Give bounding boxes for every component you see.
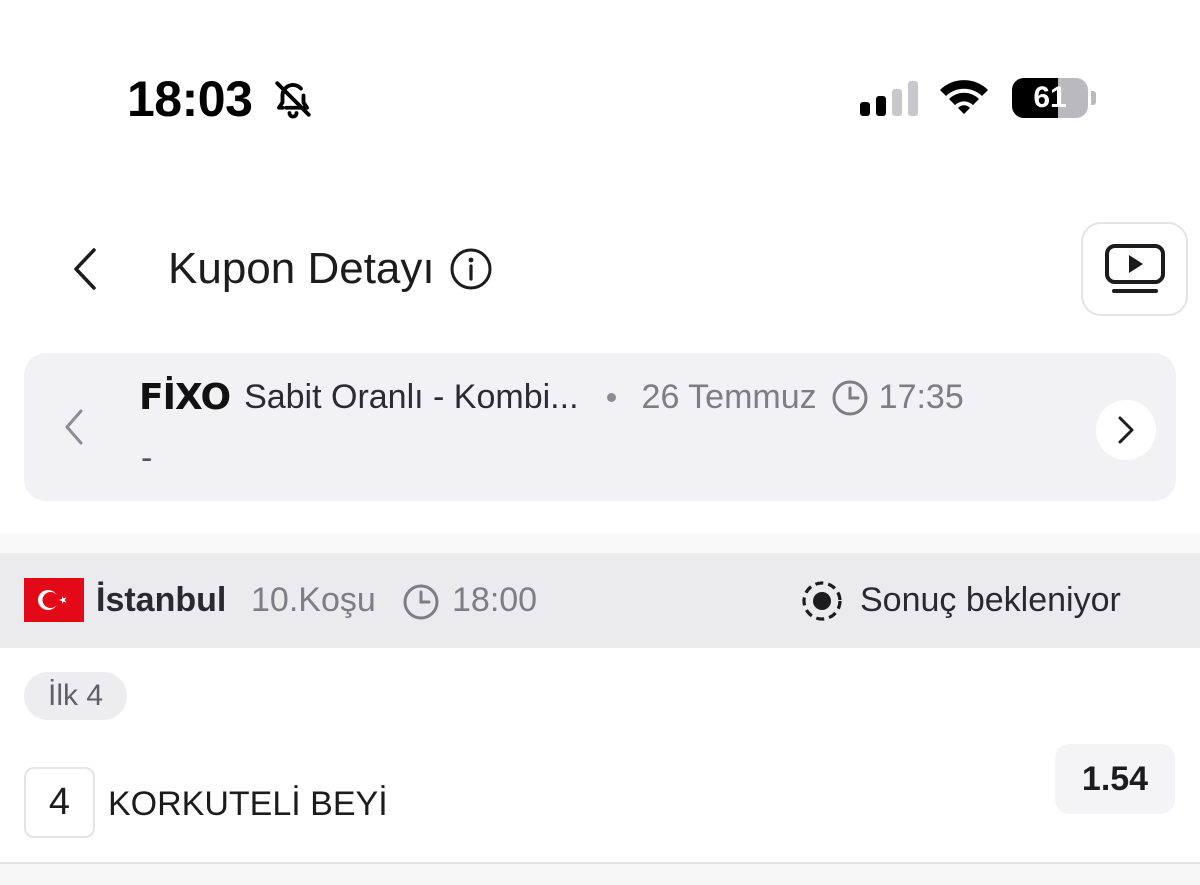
clock-icon: [402, 583, 440, 621]
section-divider: [0, 533, 1200, 553]
game-name: Sabit Oranlı - Kombi...: [244, 378, 579, 416]
wifi-icon: [938, 77, 990, 122]
fixo-logo: FİXO: [139, 377, 231, 418]
next-coupon-button[interactable]: [1096, 400, 1156, 460]
clock-icon: [831, 379, 869, 417]
coupon-info-line: FİXO Sabit Oranlı - Kombi... 26 Temmuz 1…: [139, 377, 964, 418]
coupon-summary-card[interactable]: FİXO Sabit Oranlı - Kombi... 26 Temmuz 1…: [24, 353, 1176, 501]
separator-dot: [606, 393, 616, 402]
bottom-band: [0, 864, 1200, 885]
coupon-time: 17:35: [878, 378, 964, 416]
race-status: Sonuç bekleniyor: [860, 581, 1121, 619]
horse-number-box: 4: [24, 767, 95, 838]
status-time: 18:03: [127, 71, 253, 127]
chevron-left-icon: [74, 248, 96, 290]
status-bar: 18:03 61: [0, 0, 1200, 190]
turkey-flag-icon: [24, 578, 84, 622]
coupon-date: 26 Temmuz: [641, 378, 817, 416]
info-icon[interactable]: [449, 247, 493, 291]
battery-percent: 61: [1033, 81, 1067, 114]
pending-status-icon: [800, 579, 844, 623]
header: Kupon Detayı: [0, 220, 1200, 320]
bell-slash-icon: [272, 78, 314, 125]
previous-coupon-button[interactable]: [54, 403, 94, 451]
video-button[interactable]: [1081, 222, 1188, 316]
race-time: 18:00: [452, 581, 538, 619]
page-title: Kupon Detayı: [168, 244, 435, 293]
chevron-right-icon: [1118, 416, 1134, 444]
title-group: Kupon Detayı: [168, 244, 493, 294]
coupon-sub-line: -: [141, 439, 153, 477]
race-header-row: İstanbul 10.Koşu 18:00 Sonuç bekleniyor: [0, 553, 1200, 648]
race-number: 10.Koşu: [251, 581, 376, 619]
video-play-icon: [1104, 244, 1165, 293]
bet-type-chip: İlk 4: [24, 672, 128, 720]
coupon-detail-screen: 18:03 61 Kupon Detayı FİXO Sabit Oranlı …: [0, 0, 1200, 885]
battery-icon: 61: [1012, 78, 1096, 118]
horse-name: KORKUTELİ BEYİ: [108, 785, 388, 823]
odds-badge: 1.54: [1055, 744, 1175, 814]
cellular-signal-icon: [860, 80, 918, 116]
back-button[interactable]: [58, 242, 112, 296]
chevron-left-icon: [65, 409, 83, 445]
race-city: İstanbul: [96, 581, 227, 619]
